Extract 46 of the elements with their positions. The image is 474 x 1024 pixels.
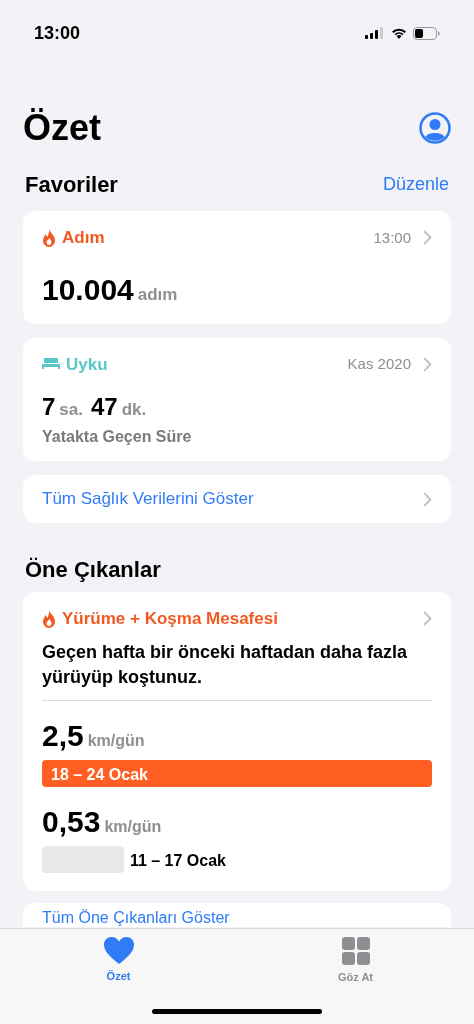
period-label: 18 – 24 Ocak	[51, 764, 148, 785]
section-title: Favoriler	[25, 171, 118, 199]
highlight-card[interactable]: Yürüme + Koşma Mesafesi Geçen hafta bir önceki haftadan daha fazla yürüyüp koştunuz. 2,5 km/gün 18 – 24 Ocak 0,53 km/gün 11 – 17 Ocak	[23, 592, 451, 891]
metric-value: 7	[42, 392, 56, 422]
section-title: Öne Çıkanlar	[24, 556, 162, 584]
link-text: Tüm Öne Çıkanları Göster	[42, 907, 230, 927]
grid-icon	[341, 937, 370, 965]
card-title: Uyku	[66, 353, 108, 376]
metric-value: 10.004	[42, 271, 134, 308]
chevron-icon	[423, 491, 432, 507]
show-all-link[interactable]: Tüm Sağlık Verilerini Göster	[23, 475, 451, 523]
card-time: Kas 2020	[347, 354, 411, 374]
bed-icon	[42, 357, 60, 372]
page-title: Özet	[23, 108, 101, 148]
metric-unit: km/gün	[104, 816, 162, 837]
metric-value: 0,53	[42, 803, 101, 840]
wifi-icon	[391, 27, 407, 39]
heart-icon	[103, 937, 134, 964]
link-text: Tüm Sağlık Verilerini Göster	[42, 488, 254, 511]
metric-unit: km/gün	[87, 730, 145, 751]
period-label: 11 – 17 Ocak	[129, 850, 226, 871]
card-time: 13:00	[373, 227, 411, 248]
profile-icon[interactable]	[419, 112, 451, 144]
chevron-icon	[423, 356, 432, 372]
metric-unit: dk.	[121, 399, 147, 421]
flame-icon	[42, 609, 56, 628]
battery-icon	[413, 26, 440, 40]
card-title: Yürüme + Koşma Mesafesi	[62, 608, 278, 630]
metric-value: 2,5	[42, 717, 84, 754]
flame-icon	[42, 228, 56, 247]
highlight-text: Geçen hafta bir önceki haftadan daha fazla yürüyüp koştunuz.	[42, 639, 432, 701]
metric-value: 47	[91, 392, 118, 422]
show-all-link[interactable]: Tüm Öne Çıkanları Göster	[23, 902, 451, 927]
summary-card[interactable]: Uyku Kas 2020 7 sa. 47 dk. Yatakta Geçen Süre	[23, 337, 451, 461]
edit-button[interactable]: Düzenle	[382, 171, 449, 198]
metric-unit: adım	[137, 283, 178, 306]
signal-icon	[365, 27, 385, 39]
summary-card[interactable]: Adım 13:00 10.004 adım	[23, 211, 451, 324]
tab[interactable]: Özet	[0, 929, 237, 986]
metric-unit: sa.	[59, 399, 83, 421]
metric-caption: Yatakta Geçen Süre	[42, 427, 193, 447]
chevron-icon	[423, 230, 432, 246]
status-time: 13:00	[34, 21, 81, 45]
card-title: Adım	[62, 227, 105, 249]
chevron-icon	[423, 611, 432, 627]
tab[interactable]: Göz At	[237, 929, 474, 986]
